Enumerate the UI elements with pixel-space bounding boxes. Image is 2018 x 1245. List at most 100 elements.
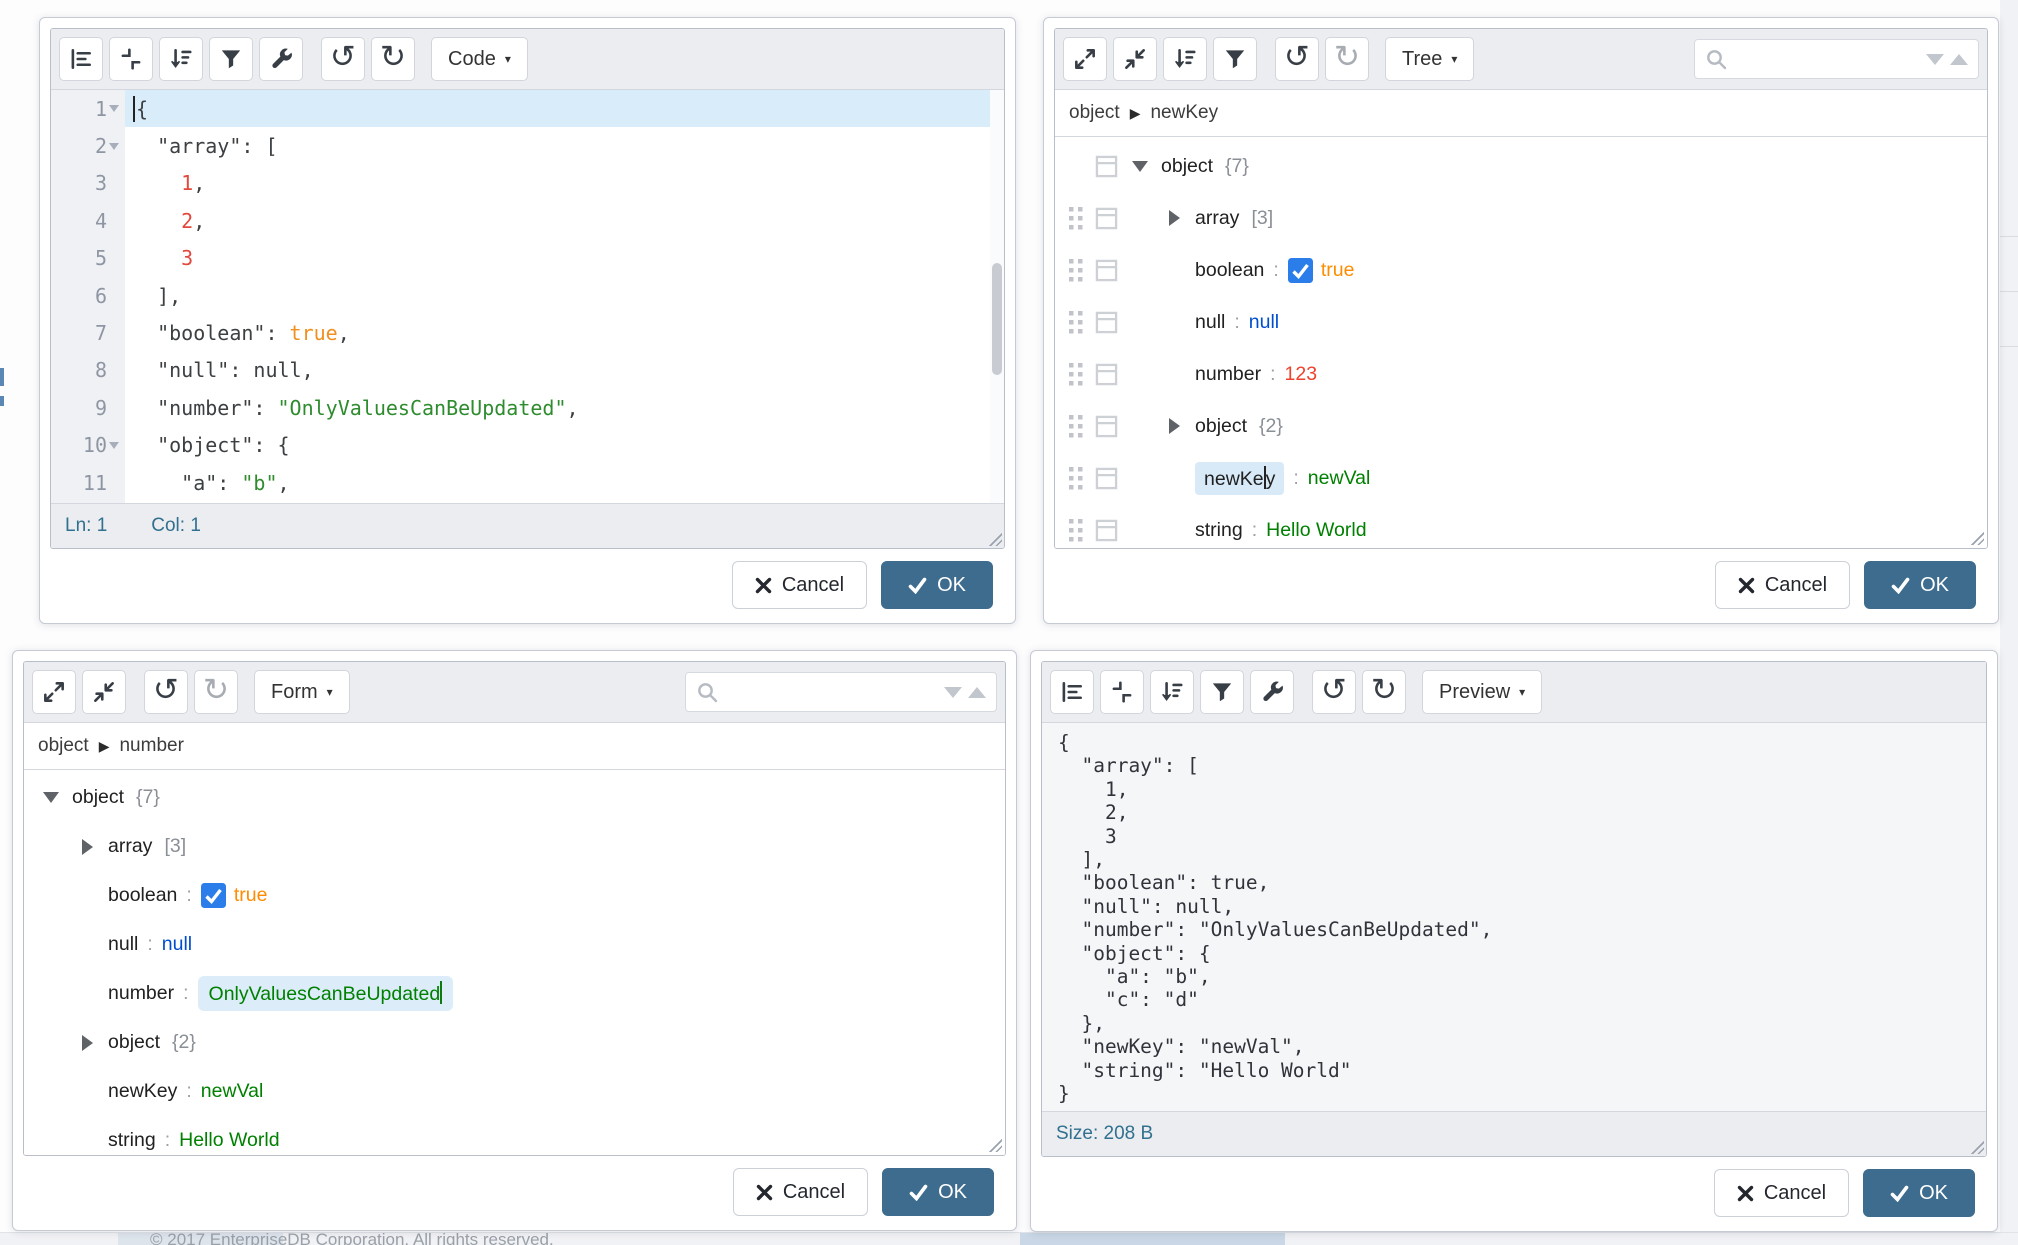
row-actions-menu-button[interactable] (1093, 415, 1119, 438)
collapse-button[interactable] (82, 670, 126, 714)
breadcrumb-item[interactable]: newKey (1150, 102, 1218, 124)
sort-button[interactable] (1163, 37, 1207, 81)
tree-value[interactable]: true (1321, 259, 1355, 282)
fold-arrow-icon[interactable] (107, 143, 121, 150)
tree-key[interactable]: number (108, 982, 174, 1005)
checkbox-checked-icon[interactable] (201, 883, 226, 908)
scrollbar-thumb[interactable] (992, 263, 1002, 375)
expand-arrow-icon[interactable] (74, 1035, 100, 1051)
mode-select-button[interactable]: Code ▾ (431, 37, 528, 81)
row-actions-menu-button[interactable] (1093, 363, 1119, 386)
row-actions-menu-button[interactable] (1093, 259, 1119, 282)
row-actions-menu-button[interactable] (1093, 155, 1119, 178)
row-actions-menu-button[interactable] (1093, 467, 1119, 490)
row-actions-menu-button[interactable] (1093, 207, 1119, 230)
mode-select-button[interactable]: Tree ▾ (1385, 37, 1474, 81)
drag-handle-icon[interactable] (1065, 415, 1087, 438)
tree-value[interactable]: true (234, 884, 268, 907)
tree-key[interactable]: boolean (1195, 259, 1264, 282)
fold-arrow-icon[interactable] (107, 105, 121, 112)
undo-button[interactable]: ↺ (1275, 37, 1319, 81)
mode-select-button[interactable]: Preview ▾ (1422, 670, 1542, 714)
compact-button[interactable] (109, 37, 153, 81)
tree-value[interactable]: OnlyValuesCanBeUpdated (198, 976, 454, 1011)
tree-value[interactable]: Hello World (1266, 519, 1366, 542)
resize-handle[interactable] (1969, 1139, 1984, 1154)
sort-button[interactable] (1150, 670, 1194, 714)
breadcrumb-item[interactable]: number (119, 735, 183, 757)
filter-button[interactable] (1213, 37, 1257, 81)
tree-key[interactable]: null (108, 933, 138, 956)
tree-key[interactable]: object (72, 786, 124, 809)
filter-button[interactable] (209, 37, 253, 81)
expand-button[interactable] (32, 670, 76, 714)
undo-button[interactable]: ↺ (144, 670, 188, 714)
redo-button[interactable]: ↻ (1362, 670, 1406, 714)
drag-handle-icon[interactable] (1065, 259, 1087, 282)
tree-value[interactable]: newVal (201, 1080, 264, 1103)
tree-value[interactable]: 123 (1285, 363, 1318, 386)
cancel-button[interactable]: Cancel (733, 1168, 868, 1216)
code-lines[interactable]: { "array": [ 1, 2, 3 ], "boolean": true,… (125, 90, 1004, 503)
row-actions-menu-button[interactable] (1093, 519, 1119, 542)
tree-value[interactable]: Hello World (179, 1129, 279, 1152)
search-next-icon[interactable] (944, 687, 962, 698)
cancel-button[interactable]: Cancel (1714, 1169, 1849, 1217)
code-area[interactable]: 123456789101112 { "array": [ 1, 2, 3 ], … (51, 90, 1004, 503)
tree-value[interactable]: newVal (1308, 467, 1371, 490)
tree-key[interactable]: array (1195, 207, 1239, 230)
expand-arrow-icon[interactable] (1161, 210, 1187, 226)
search-previous-icon[interactable] (1950, 54, 1968, 65)
redo-button[interactable]: ↻ (371, 37, 415, 81)
search-input[interactable] (1728, 48, 1926, 71)
collapse-button[interactable] (1113, 37, 1157, 81)
compact-button[interactable] (1100, 670, 1144, 714)
repair-button[interactable] (1250, 670, 1294, 714)
collapse-arrow-icon[interactable] (1127, 161, 1153, 172)
tree-key[interactable]: newKey (108, 1080, 177, 1103)
redo-button[interactable]: ↻ (1325, 37, 1369, 81)
tree-key[interactable]: string (108, 1129, 156, 1152)
tree-key[interactable]: number (1195, 363, 1261, 386)
drag-handle-icon[interactable] (1065, 311, 1087, 334)
scrollbar-track[interactable] (990, 90, 1004, 503)
tree-key[interactable]: object (1161, 155, 1213, 178)
repair-button[interactable] (259, 37, 303, 81)
ok-button[interactable]: OK (1863, 1169, 1975, 1217)
tree-value[interactable]: null (1249, 311, 1279, 334)
search-box[interactable] (1694, 39, 1979, 79)
expand-arrow-icon[interactable] (74, 839, 100, 855)
mode-select-button[interactable]: Form ▾ (254, 670, 350, 714)
expand-arrow-icon[interactable] (1161, 418, 1187, 434)
tree-key[interactable]: null (1195, 311, 1225, 334)
search-box[interactable] (685, 672, 997, 712)
tree-key[interactable]: object (1195, 415, 1247, 438)
fold-arrow-icon[interactable] (107, 442, 121, 449)
filter-button[interactable] (1200, 670, 1244, 714)
row-actions-menu-button[interactable] (1093, 311, 1119, 334)
tree-key[interactable]: boolean (108, 884, 177, 907)
tree-key[interactable]: newKey (1195, 462, 1284, 495)
drag-handle-icon[interactable] (1065, 207, 1087, 230)
tree-key[interactable]: string (1195, 519, 1243, 542)
ok-button[interactable]: OK (881, 561, 993, 609)
tree-value[interactable]: null (162, 933, 192, 956)
search-previous-icon[interactable] (968, 687, 986, 698)
collapse-arrow-icon[interactable] (38, 792, 64, 803)
breadcrumb-item[interactable]: object (38, 735, 89, 757)
breadcrumb-item[interactable]: object (1069, 102, 1120, 124)
resize-handle[interactable] (987, 531, 1002, 546)
cancel-button[interactable]: Cancel (732, 561, 867, 609)
undo-button[interactable]: ↺ (1312, 670, 1356, 714)
expand-button[interactable] (1063, 37, 1107, 81)
drag-handle-icon[interactable] (1065, 519, 1087, 542)
cancel-button[interactable]: Cancel (1715, 561, 1850, 609)
sort-button[interactable] (159, 37, 203, 81)
format-button[interactable] (1050, 670, 1094, 714)
format-button[interactable] (59, 37, 103, 81)
redo-button[interactable]: ↻ (194, 670, 238, 714)
tree-key[interactable]: object (108, 1031, 160, 1054)
ok-button[interactable]: OK (882, 1168, 994, 1216)
drag-handle-icon[interactable] (1065, 467, 1087, 490)
undo-button[interactable]: ↺ (321, 37, 365, 81)
